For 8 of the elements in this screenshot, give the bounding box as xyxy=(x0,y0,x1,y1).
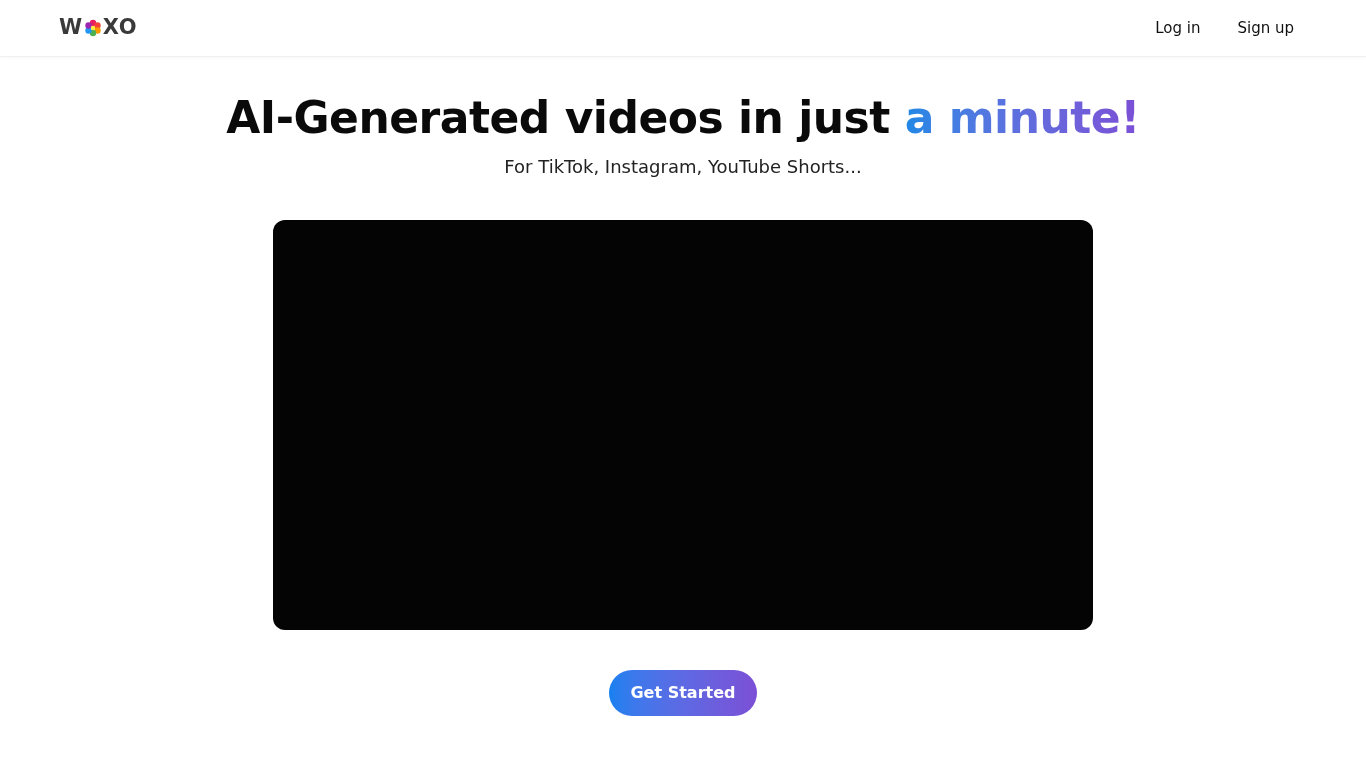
subtitle: For TikTok, Instagram, YouTube Shorts... xyxy=(504,155,862,179)
headline: AI-Generated videos in just a minute! xyxy=(226,92,1140,144)
flower-icon xyxy=(83,19,102,37)
nav-link[interactable]: Sign up xyxy=(1237,16,1294,40)
logo[interactable]: W XO xyxy=(59,12,138,44)
get-started-button[interactable]: Get Started xyxy=(609,670,757,716)
video-player[interactable] xyxy=(273,220,1093,630)
nav-link[interactable]: Log in xyxy=(1155,16,1201,40)
